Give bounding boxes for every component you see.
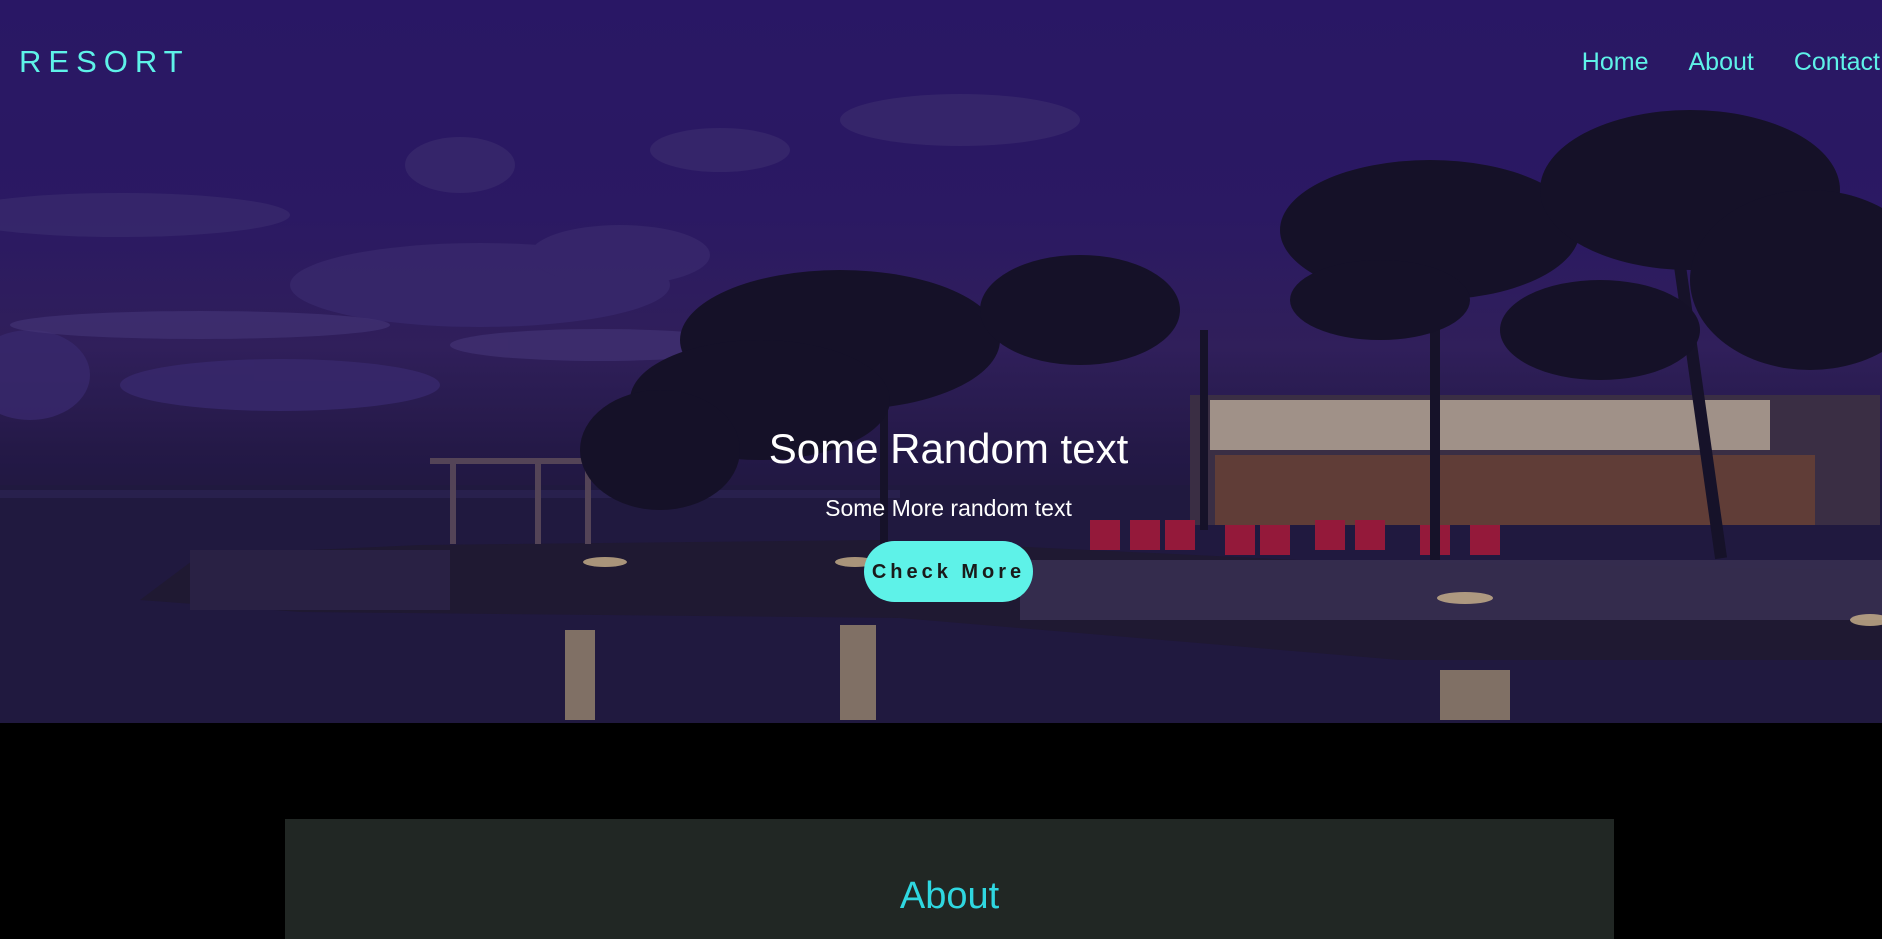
about-section: About bbox=[285, 819, 1614, 939]
top-navigation: RESORT Home About Contact bbox=[0, 0, 1882, 124]
brand-logo[interactable]: RESORT bbox=[19, 44, 190, 80]
check-more-button[interactable]: Check More bbox=[864, 541, 1033, 602]
hero-title: Some Random text bbox=[768, 425, 1129, 472]
hero-subtitle: Some More random text bbox=[825, 495, 1072, 521]
hero-section: RESORT Home About Contact Some Random te… bbox=[0, 0, 1882, 723]
nav-link-home[interactable]: Home bbox=[1582, 48, 1649, 77]
about-heading: About bbox=[899, 875, 1000, 917]
hero-content: Some Random text Some More random text C… bbox=[0, 425, 1882, 602]
nav-link-about[interactable]: About bbox=[1688, 48, 1753, 77]
nav-link-contact[interactable]: Contact bbox=[1794, 48, 1880, 77]
nav-links: Home About Contact bbox=[1582, 48, 1882, 77]
